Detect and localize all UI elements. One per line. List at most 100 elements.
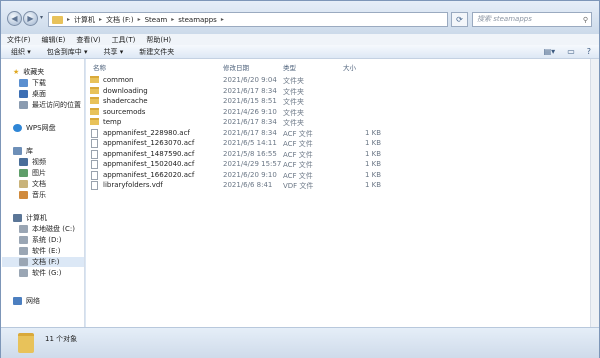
file-type: 文件夹 — [283, 77, 304, 85]
recent-places-icon — [19, 101, 28, 109]
breadcrumb-drive-f[interactable]: 文档 (F:) — [106, 15, 134, 25]
file-date: 2021/6/17 8:34 — [223, 128, 277, 137]
nav-drive-e[interactable]: 软件 (E:) — [19, 246, 60, 256]
file-date: 2021/4/29 15:57 — [223, 160, 282, 168]
file-name: appmanifest_1662020.acf — [103, 170, 195, 179]
organize-button[interactable]: 组织 ▾ — [11, 47, 31, 57]
folder-icon — [90, 86, 99, 94]
file-name: shadercache — [103, 97, 148, 105]
nav-item-documents[interactable]: 文档 — [19, 179, 46, 189]
file-icon — [91, 149, 98, 159]
chevron-right-icon[interactable]: ▸ — [221, 16, 224, 23]
folder-icon — [90, 118, 99, 125]
nav-drive-g[interactable]: 软件 (G:) — [19, 268, 61, 278]
video-icon — [19, 158, 28, 166]
file-row[interactable]: appmanifest_1487590.acf 2021/5/8 16:55 ACF… — [86, 149, 591, 161]
nav-item-videos[interactable]: 视频 — [19, 157, 46, 167]
nav-libraries[interactable]: 库 — [13, 146, 33, 156]
file-list: 名称 修改日期 类型 大小 common 2021/6/20 9:04 文件夹 dow… — [86, 59, 591, 327]
chevron-right-icon[interactable]: ▸ — [99, 16, 102, 23]
file-icon — [91, 160, 98, 169]
file-type: ACF 文件 — [283, 140, 313, 148]
chevron-right-icon[interactable]: ▸ — [171, 16, 174, 23]
history-dropdown-icon[interactable]: ▾ — [40, 14, 43, 21]
column-header-name[interactable]: 名称 — [93, 62, 106, 72]
menu-edit[interactable]: 编辑(E) — [42, 35, 66, 45]
nav-item-recent[interactable]: 最近访问的位置 — [19, 100, 81, 110]
folder-icon — [18, 333, 34, 353]
file-row[interactable]: appmanifest_228980.acf 2021/6/17 8:34 ACF … — [86, 128, 591, 140]
preview-pane-icon[interactable]: ▭ — [567, 47, 575, 56]
desktop-icon — [19, 90, 28, 98]
chevron-right-icon[interactable]: ▸ — [67, 16, 70, 23]
breadcrumb-steam[interactable]: Steam — [145, 16, 168, 24]
forward-button[interactable]: ▶ — [23, 11, 38, 26]
search-icon[interactable]: ⚲ — [583, 14, 588, 27]
column-header-size[interactable]: 大小 — [343, 62, 356, 72]
file-name: common — [103, 76, 134, 84]
nav-item-downloads[interactable]: 下载 — [19, 78, 46, 88]
file-type: ACF 文件 — [283, 150, 313, 159]
include-in-library-button[interactable]: 包含到库中 ▾ — [47, 47, 88, 57]
drive-icon — [19, 247, 28, 255]
drive-icon — [19, 269, 28, 277]
music-icon — [19, 191, 28, 199]
search-input[interactable]: 搜索 steamapps ⚲ — [472, 12, 592, 27]
nav-favorites[interactable]: ★ 收藏夹 — [13, 67, 44, 77]
column-header-date[interactable]: 修改日期 — [223, 62, 249, 72]
vertical-scrollbar[interactable] — [590, 59, 599, 327]
chevron-right-icon[interactable]: ▸ — [138, 16, 141, 23]
share-button[interactable]: 共享 ▾ — [104, 47, 124, 57]
breadcrumb-steamapps[interactable]: steamapps — [178, 16, 217, 24]
download-folder-icon — [19, 79, 28, 87]
nav-network[interactable]: 网络 — [13, 296, 40, 306]
nav-item-pictures[interactable]: 图片 — [19, 168, 46, 178]
address-bar[interactable]: ▸ 计算机 ▸ 文档 (F:) ▸ Steam ▸ steamapps ▸ — [48, 12, 448, 27]
file-date: 2021/6/17 8:34 — [223, 118, 277, 126]
file-row[interactable]: libraryfolders.vdf 2021/6/6 8:41 VDF 文件 1 K… — [86, 181, 591, 192]
file-size: 1 KB — [365, 128, 382, 137]
file-row[interactable]: downloading 2021/6/17 8:34 文件夹 — [86, 86, 591, 98]
file-row[interactable]: appmanifest_1502040.acf 2021/4/29 15:57 AC… — [86, 160, 591, 171]
help-icon[interactable]: ? — [587, 47, 591, 56]
menu-tools[interactable]: 工具(T) — [112, 35, 136, 45]
network-icon — [13, 297, 22, 305]
menu-help[interactable]: 帮助(H) — [146, 35, 171, 45]
file-date: 2021/6/15 8:51 — [223, 97, 277, 105]
drive-icon — [19, 225, 28, 233]
nav-computer[interactable]: 计算机 — [13, 213, 47, 223]
navigation-pane: ★ 收藏夹 下载 桌面 最近访问的位置 WPS网盘 库 视频 图片 文档 音乐 … — [1, 59, 85, 327]
nav-drive-d[interactable]: 系统 (D:) — [19, 235, 61, 245]
file-row[interactable]: temp 2021/6/17 8:34 文件夹 — [86, 118, 591, 129]
column-header-type[interactable]: 类型 — [283, 62, 296, 72]
file-icon — [91, 170, 98, 180]
refresh-button[interactable]: ⟳ — [451, 12, 468, 27]
nav-drive-f[interactable]: 文档 (F:) — [2, 257, 84, 267]
file-name: sourcemods — [103, 107, 146, 116]
file-row[interactable]: common 2021/6/20 9:04 文件夹 — [86, 76, 591, 87]
nav-drive-c[interactable]: 本地磁盘 (C:) — [19, 224, 75, 234]
file-row[interactable]: shadercache 2021/6/15 8:51 文件夹 — [86, 97, 591, 108]
nav-wps-cloud[interactable]: WPS网盘 — [13, 123, 56, 133]
file-row[interactable]: appmanifest_1263070.acf 2021/6/5 14:11 ACF… — [86, 139, 591, 150]
file-row[interactable]: appmanifest_1662020.acf 2021/6/20 9:10 ACF… — [86, 170, 591, 182]
view-options-icon[interactable]: ▤▾ — [544, 47, 556, 56]
file-name: downloading — [103, 86, 148, 95]
menu-file[interactable]: 文件(F) — [7, 35, 31, 45]
search-placeholder: 搜索 steamapps — [477, 15, 532, 23]
breadcrumb-computer[interactable]: 计算机 — [74, 15, 95, 25]
nav-item-music[interactable]: 音乐 — [19, 190, 46, 200]
menu-view[interactable]: 查看(V) — [76, 35, 100, 45]
file-date: 2021/6/6 8:41 — [223, 181, 273, 189]
file-row[interactable]: sourcemods 2021/4/26 9:10 文件夹 — [86, 107, 591, 119]
folder-icon — [52, 15, 63, 24]
command-bar: 组织 ▾ 包含到库中 ▾ 共享 ▾ 新建文件夹 ▤▾ ▭ ? — [1, 45, 599, 59]
explorer-window: ◀ ▶ ▾ ▸ 计算机 ▸ 文档 (F:) ▸ Steam ▸ steamapp… — [0, 0, 600, 358]
back-button[interactable]: ◀ — [7, 11, 22, 26]
folder-icon — [90, 97, 99, 104]
file-type: ACF 文件 — [283, 129, 313, 138]
new-folder-button[interactable]: 新建文件夹 — [139, 47, 174, 57]
item-count: 11 个对象 — [45, 335, 78, 343]
file-size: 1 KB — [365, 160, 382, 168]
nav-item-desktop[interactable]: 桌面 — [19, 89, 46, 99]
